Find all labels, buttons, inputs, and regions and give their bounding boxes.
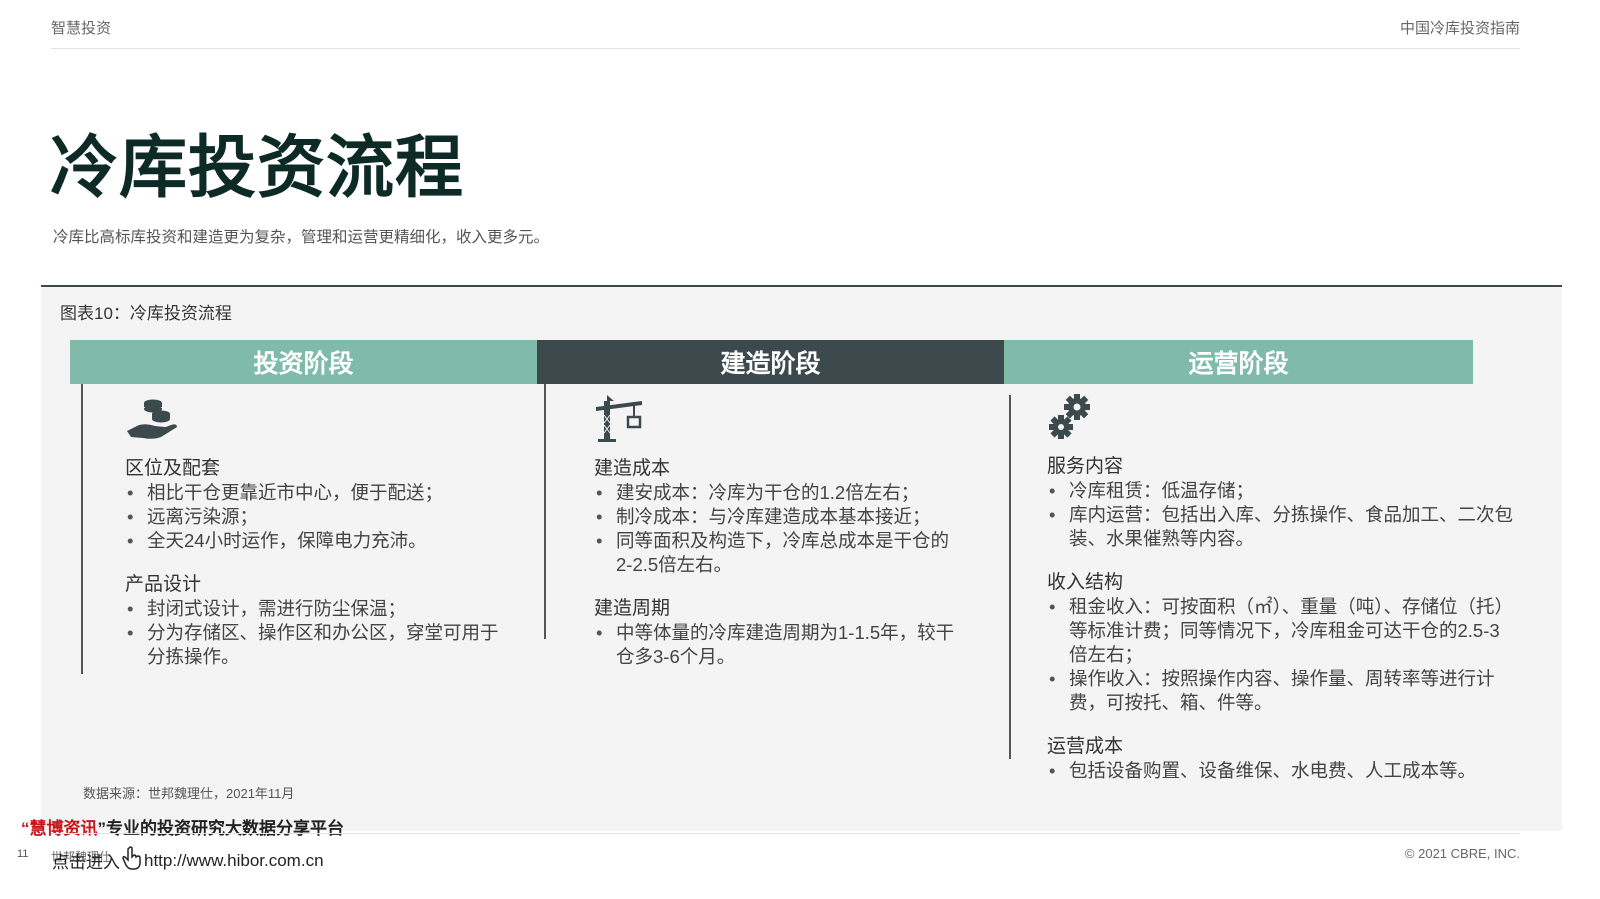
page-title: 冷库投资流程: [50, 128, 465, 208]
hand-coins-icon: [125, 395, 505, 443]
list-item: 操作收入：按照操作内容、操作量、周转率等进行计费，可按托、箱、件等。: [1049, 667, 1517, 715]
data-source: 数据来源：世邦魏理仕，2021年11月: [83, 786, 295, 801]
header-report-title: 中国冷库投资指南: [1399, 20, 1520, 37]
gears-icon: [1047, 393, 1517, 441]
column-divider: [544, 384, 546, 639]
copyright: © 2021 CBRE, INC.: [1404, 846, 1520, 861]
hand-pointer-icon: [122, 846, 142, 875]
list-item: 全天24小时运作，保障电力充沛。: [127, 529, 505, 553]
section-title: 运营成本: [1047, 736, 1124, 757]
list-item: 制冷成本：与冷库建造成本基本接近；: [596, 505, 964, 529]
section-title: 区位及配套: [125, 458, 221, 479]
column-divider: [1009, 395, 1011, 759]
list-item: 库内运营：包括出入库、分拣操作、食品加工、二次包装、水果催熟等内容。: [1049, 503, 1517, 551]
watermark-quote-open: “: [21, 819, 30, 838]
watermark-enter[interactable]: 点击进入: [52, 848, 120, 873]
stage-header-construction: 建造阶段: [537, 340, 1004, 384]
stage-header-investment: 投资阶段: [70, 340, 537, 384]
list-item: 建安成本：冷库为干仓的1.2倍左右；: [596, 481, 964, 505]
list-item: 相比干仓更靠近市中心，便于配送；: [127, 481, 505, 505]
stage-column-investment: 区位及配套 相比干仓更靠近市中心，便于配送； 远离污染源； 全天24小时运作，保…: [125, 395, 505, 689]
stage-header-operation: 运营阶段: [1004, 340, 1473, 384]
watermark-url[interactable]: http://www.hibor.com.cn: [144, 851, 324, 871]
watermark-tagline: “慧博资讯”专业的投资研究大数据分享平台: [21, 814, 344, 839]
header-divider: [51, 48, 1520, 49]
crane-icon: [594, 395, 964, 443]
list-item: 冷库租赁：低温存储；: [1049, 479, 1517, 503]
section-title: 产品设计: [125, 574, 202, 595]
list-item: 分为存储区、操作区和办公区，穿堂可用于分拣操作。: [127, 621, 505, 669]
stage-column-construction: 建造成本 建安成本：冷库为干仓的1.2倍左右； 制冷成本：与冷库建造成本基本接近…: [594, 395, 964, 689]
watermark-quote-close: ”: [97, 819, 107, 838]
list-item: 包括设备购置、设备维保、水电费、人工成本等。: [1049, 759, 1517, 783]
page-subtitle: 冷库比高标库投资和建造更为复杂，管理和运营更精细化，收入更多元。: [53, 229, 550, 246]
section-title: 收入结构: [1047, 572, 1124, 593]
header-brand: 智慧投资: [51, 20, 112, 37]
list-item: 中等体量的冷库建造周期为1-1.5年，较干仓多3-6个月。: [596, 621, 964, 669]
watermark-slogan: 专业的投资研究大数据分享平台: [106, 819, 344, 838]
list-item: 远离污染源；: [127, 505, 505, 529]
section-title: 服务内容: [1047, 456, 1124, 477]
figure-title: 图表10：冷库投资流程: [60, 304, 232, 323]
watermark-link[interactable]: 点击进入 http://www.hibor.com.cn: [52, 846, 324, 875]
section-title: 建造成本: [594, 458, 671, 479]
stage-column-operation: 服务内容 冷库租赁：低温存储； 库内运营：包括出入库、分拣操作、食品加工、二次包…: [1047, 393, 1517, 803]
list-item: 封闭式设计，需进行防尘保温；: [127, 597, 505, 621]
list-item: 同等面积及构造下，冷库总成本是干仓的2-2.5倍左右。: [596, 529, 964, 577]
column-divider: [81, 384, 83, 674]
figure-panel: 图表10：冷库投资流程 投资阶段 建造阶段 运营阶段 区位及配套 相比干仓更靠近…: [41, 285, 1562, 831]
section-title: 建造周期: [594, 598, 671, 619]
page-number: 11: [17, 848, 29, 860]
footer-divider: [51, 833, 1520, 834]
watermark-brand: 慧博资讯: [29, 819, 98, 838]
list-item: 租金收入：可按面积（㎡）、重量（吨）、存储位（托）等标准计费；同等情况下，冷库租…: [1049, 595, 1517, 667]
